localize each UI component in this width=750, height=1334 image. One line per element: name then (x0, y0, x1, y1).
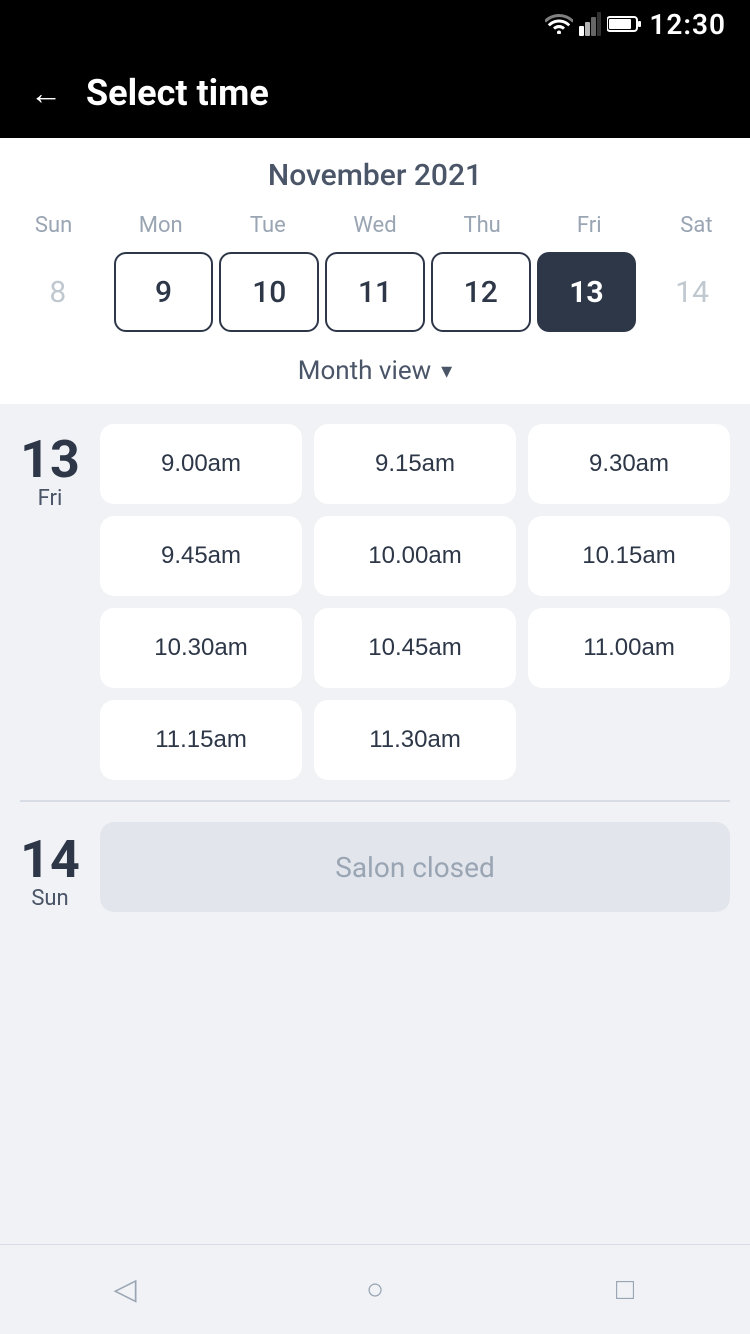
day-11[interactable]: 11 (325, 252, 425, 332)
day-14-number: 14 (20, 834, 80, 886)
day-8[interactable]: 8 (8, 252, 108, 332)
status-time: 12:30 (649, 8, 726, 41)
day-12[interactable]: 12 (431, 252, 531, 332)
weekday-mon: Mon (107, 209, 214, 242)
slot-1000am[interactable]: 10.00am (314, 516, 516, 596)
back-button[interactable]: ← (30, 74, 62, 112)
slot-915am[interactable]: 9.15am (314, 424, 516, 504)
slot-1115am[interactable]: 11.15am (100, 700, 302, 780)
nav-home-button[interactable]: ○ (345, 1260, 405, 1320)
nav-recent-button[interactable]: □ (595, 1260, 655, 1320)
timeslots-section: 13 Fri 9.00am 9.15am 9.30am 9.45am 10.00… (0, 404, 750, 942)
bottom-navigation: ◁ ○ □ (0, 1244, 750, 1334)
status-bar: 12:30 (0, 0, 750, 48)
day-14-label: 14 Sun (20, 824, 80, 911)
day-14[interactable]: 14 (642, 252, 742, 332)
calendar-section: November 2021 Sun Mon Tue Wed Thu Fri Sa… (0, 138, 750, 404)
day-14-block: 14 Sun Salon closed (20, 822, 730, 912)
wifi-icon (545, 14, 573, 34)
day-10[interactable]: 10 (219, 252, 319, 332)
weekday-sat: Sat (643, 209, 750, 242)
slot-1100am[interactable]: 11.00am (528, 608, 730, 688)
weekday-tue: Tue (214, 209, 321, 242)
day-13[interactable]: 13 (537, 252, 637, 332)
weekday-fri: Fri (536, 209, 643, 242)
salon-closed-text: Salon closed (335, 851, 495, 884)
app-header: ← Select time (0, 48, 750, 138)
day-13-name: Fri (38, 486, 63, 511)
chevron-down-icon: ▾ (441, 359, 452, 384)
weekday-sun: Sun (0, 209, 107, 242)
day-9[interactable]: 9 (114, 252, 214, 332)
days-row: 8 9 10 11 12 13 14 (0, 252, 750, 348)
day-13-block: 13 Fri 9.00am 9.15am 9.30am 9.45am 10.00… (20, 424, 730, 780)
slot-930am[interactable]: 9.30am (528, 424, 730, 504)
slot-900am[interactable]: 9.00am (100, 424, 302, 504)
month-view-label: Month view (298, 356, 431, 386)
slot-1030am[interactable]: 10.30am (100, 608, 302, 688)
day-13-label: 13 Fri (20, 424, 80, 780)
day-13-slots-grid: 9.00am 9.15am 9.30am 9.45am 10.00am 10.1… (100, 424, 730, 780)
page-title: Select time (86, 72, 269, 114)
day-13-number: 13 (20, 434, 80, 486)
slot-1130am[interactable]: 11.30am (314, 700, 516, 780)
status-icons (545, 12, 641, 36)
slot-945am[interactable]: 9.45am (100, 516, 302, 596)
slot-1015am[interactable]: 10.15am (528, 516, 730, 596)
salon-closed-panel: Salon closed (100, 822, 730, 912)
month-view-toggle[interactable]: Month view ▾ (0, 348, 750, 404)
battery-icon (607, 15, 641, 33)
month-year-label: November 2021 (0, 158, 750, 193)
weekday-thu: Thu (429, 209, 536, 242)
slot-1045am[interactable]: 10.45am (314, 608, 516, 688)
day-14-name: Sun (31, 886, 68, 911)
day-divider (20, 800, 730, 802)
nav-back-button[interactable]: ◁ (95, 1260, 155, 1320)
weekday-wed: Wed (321, 209, 428, 242)
weekday-row: Sun Mon Tue Wed Thu Fri Sat (0, 209, 750, 242)
signal-icon (579, 12, 601, 36)
